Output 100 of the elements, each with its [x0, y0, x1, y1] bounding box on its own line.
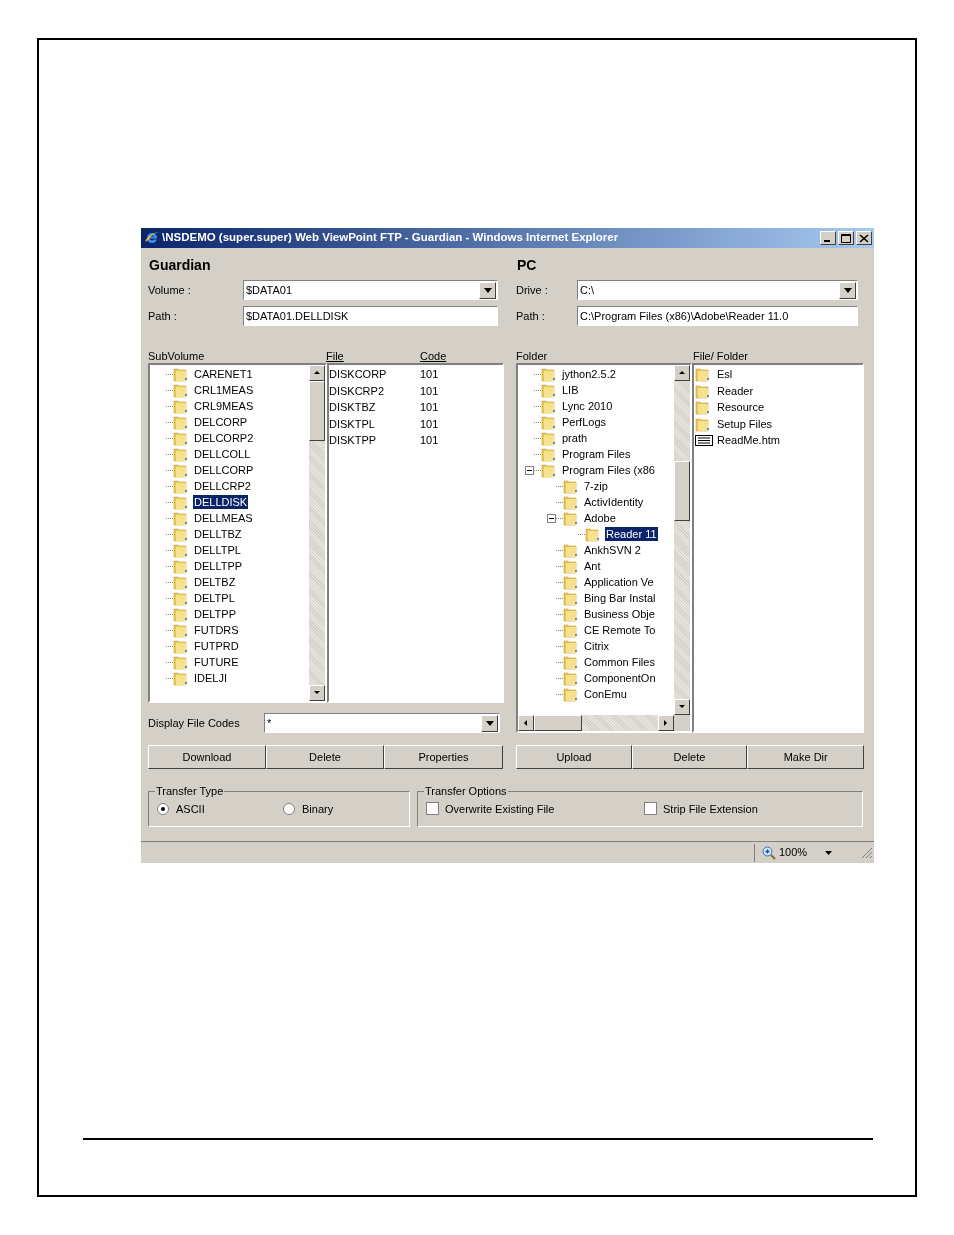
tree-item[interactable]: Citrix: [583, 639, 611, 653]
folder-icon: [563, 670, 578, 686]
tree-item[interactable]: Program Files: [561, 447, 632, 461]
folder-icon: [695, 382, 710, 399]
tree-item[interactable]: FUTDRS: [193, 623, 240, 637]
file-name[interactable]: DISKTBZ: [329, 399, 420, 416]
folder-icon: [541, 446, 556, 462]
zoom-icon[interactable]: [762, 845, 776, 860]
tree-item[interactable]: ConEmu: [583, 687, 628, 701]
file-item[interactable]: Resource: [717, 399, 765, 416]
window-title: \NSDEMO (super.super) Web ViewPoint FTP - Guardian - Windows Internet Explorer: [162, 230, 620, 246]
tree-item[interactable]: DELLCORP: [193, 463, 255, 477]
minimize-button[interactable]: [820, 231, 836, 245]
action-button[interactable]: Upload: [516, 745, 632, 769]
file-name[interactable]: DISKTPP: [329, 432, 420, 449]
radio-button[interactable]: [157, 802, 169, 815]
field-label: Display File Codes: [148, 715, 241, 731]
file-name[interactable]: DISKCRP2: [329, 382, 420, 399]
tree-item[interactable]: ComponentOn: [583, 671, 657, 685]
field-label: Path :: [516, 308, 546, 324]
tree-item[interactable]: ActivIdentity: [583, 495, 645, 509]
tree-item[interactable]: DELCORP: [193, 415, 249, 429]
action-button[interactable]: Make Dir: [747, 745, 864, 769]
folder-icon: [563, 542, 578, 558]
tree-item[interactable]: Lync 2010: [561, 399, 614, 413]
tree-item[interactable]: DELTPP: [193, 607, 237, 621]
tree-item[interactable]: AnkhSVN 2: [583, 543, 642, 557]
path-field[interactable]: C:\Program Files (x86)\Adobe\Reader 11.0: [577, 306, 858, 326]
folder-icon: [541, 382, 556, 398]
folder-icon: [173, 638, 188, 654]
tree-item[interactable]: CE Remote To: [583, 623, 657, 637]
tree-item[interactable]: Business Obje: [583, 607, 656, 621]
action-button[interactable]: Download: [148, 745, 266, 769]
tree-item[interactable]: DELTPL: [193, 591, 236, 605]
file-item[interactable]: Setup Files: [717, 415, 773, 432]
tree-item[interactable]: CRL9MEAS: [193, 399, 255, 413]
radio-button[interactable]: [283, 802, 295, 815]
folder-icon: [541, 462, 556, 478]
caret-icon[interactable]: [825, 850, 833, 855]
maximize-button[interactable]: [838, 231, 854, 245]
action-button[interactable]: Properties: [384, 745, 503, 769]
tree-item[interactable]: Application Ve: [583, 575, 655, 589]
close-button[interactable]: [856, 231, 872, 245]
file-name[interactable]: DISKTPL: [329, 415, 420, 432]
dropdown[interactable]: *: [264, 713, 500, 733]
folder-icon: [173, 526, 188, 542]
tree-item[interactable]: prath: [561, 431, 589, 445]
zoom-level[interactable]: 100%: [779, 844, 808, 861]
scrollbar-thumb[interactable]: [534, 715, 582, 731]
tree-item[interactable]: Bing Bar Instal: [583, 591, 657, 605]
scrollbar-thumb[interactable]: [674, 461, 690, 521]
tree-item[interactable]: LIB: [561, 383, 580, 397]
tree-item[interactable]: IDELJI: [193, 671, 228, 685]
tree-item[interactable]: Adobe: [583, 511, 617, 525]
scroll-up-button[interactable]: [674, 365, 690, 381]
column-header[interactable]: Code: [420, 347, 447, 365]
scroll-down-button[interactable]: [674, 699, 690, 715]
action-button[interactable]: Delete: [631, 745, 748, 769]
path-field[interactable]: $DATA01.DELLDISK: [243, 306, 498, 326]
scroll-up-button[interactable]: [309, 365, 325, 381]
tree-item[interactable]: DELTBZ: [193, 575, 237, 589]
dropdown[interactable]: C:\: [577, 280, 858, 300]
scroll-right-button[interactable]: [658, 715, 674, 731]
tree-item[interactable]: PerfLogs: [561, 415, 608, 429]
scroll-down-button[interactable]: [309, 685, 325, 701]
scrollbar-thumb[interactable]: [309, 381, 325, 441]
tree-item[interactable]: FUTPRD: [193, 639, 240, 653]
column-header[interactable]: File: [326, 347, 420, 365]
tree-item[interactable]: CARENET1: [193, 367, 254, 381]
tree-item[interactable]: Ant: [583, 559, 602, 573]
scroll-left-button[interactable]: [518, 715, 534, 731]
tree-item[interactable]: DELLTPL: [193, 543, 242, 557]
dropdown[interactable]: $DATA01: [243, 280, 498, 300]
collapse-icon[interactable]: [546, 513, 556, 523]
tree-item[interactable]: DELCORP2: [193, 431, 255, 445]
tree-item[interactable]: FUTURE: [193, 655, 240, 669]
checkbox[interactable]: [644, 802, 657, 816]
tree-item[interactable]: 7-zip: [583, 479, 609, 493]
tree-item[interactable]: DELLTPP: [193, 559, 244, 573]
tree-item[interactable]: jython2.5.2: [561, 367, 617, 381]
tree-item[interactable]: DELLDISK: [193, 495, 249, 509]
tree-item[interactable]: DELLMEAS: [193, 511, 254, 525]
tree-item[interactable]: DELLCRP2: [193, 479, 252, 493]
tree-item[interactable]: DELLTBZ: [193, 527, 243, 541]
list-label: File/ Folder: [693, 348, 749, 364]
tree-item[interactable]: Program Files (x86: [561, 463, 656, 477]
file-name[interactable]: DISKCORP: [329, 366, 420, 383]
tree-item[interactable]: CRL1MEAS: [193, 383, 255, 397]
collapse-icon[interactable]: [524, 465, 534, 475]
folder-icon: [563, 654, 578, 670]
field-label: Volume :: [148, 282, 192, 298]
checkbox[interactable]: [426, 802, 439, 816]
file-item[interactable]: ReadMe.htm: [717, 432, 780, 449]
action-button[interactable]: Delete: [266, 745, 384, 769]
tree-item[interactable]: Common Files: [583, 655, 656, 669]
tree-item[interactable]: DELLCOLL: [193, 447, 252, 461]
file-item[interactable]: Reader: [717, 382, 754, 399]
folder-icon: [541, 430, 556, 446]
file-item[interactable]: Esl: [717, 366, 733, 383]
tree-item[interactable]: Reader 11: [605, 527, 658, 541]
